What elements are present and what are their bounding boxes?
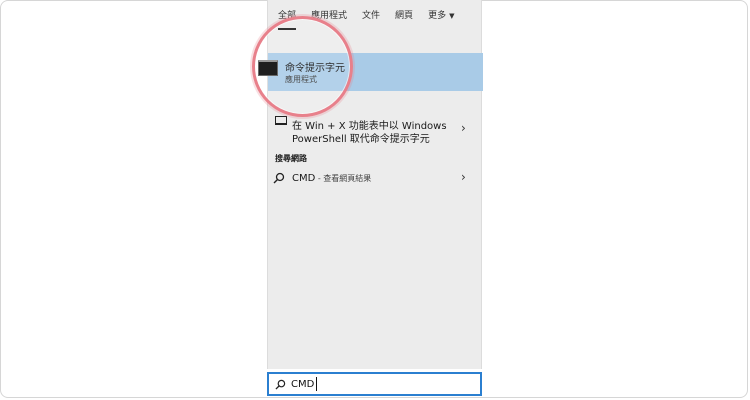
search-icon <box>273 172 285 184</box>
tab-more[interactable]: 更多 ▼ <box>428 0 454 32</box>
chevron-down-icon: ▼ <box>449 12 455 20</box>
search-input[interactable] <box>291 377 471 391</box>
powershell-window-icon <box>275 116 287 125</box>
highlight-circle-annotation <box>252 16 353 117</box>
web-result-query: CMD <box>292 173 316 184</box>
chevron-right-icon: › <box>461 121 466 135</box>
web-result-subtext: - 查看網頁結果 <box>315 174 372 183</box>
chevron-right-icon: › <box>461 170 466 184</box>
text-cursor <box>316 377 317 391</box>
tab-documents[interactable]: 文件 <box>362 0 380 32</box>
tab-web[interactable]: 網頁 <box>395 0 413 32</box>
web-result-text: CMD - 查看網頁結果 <box>292 173 371 184</box>
search-icon <box>275 379 286 390</box>
search-box[interactable] <box>267 372 482 396</box>
powershell-setting-line2: PowerShell 取代命令提示字元 <box>292 134 430 145</box>
search-web-section-label: 搜尋網路 <box>275 154 307 163</box>
